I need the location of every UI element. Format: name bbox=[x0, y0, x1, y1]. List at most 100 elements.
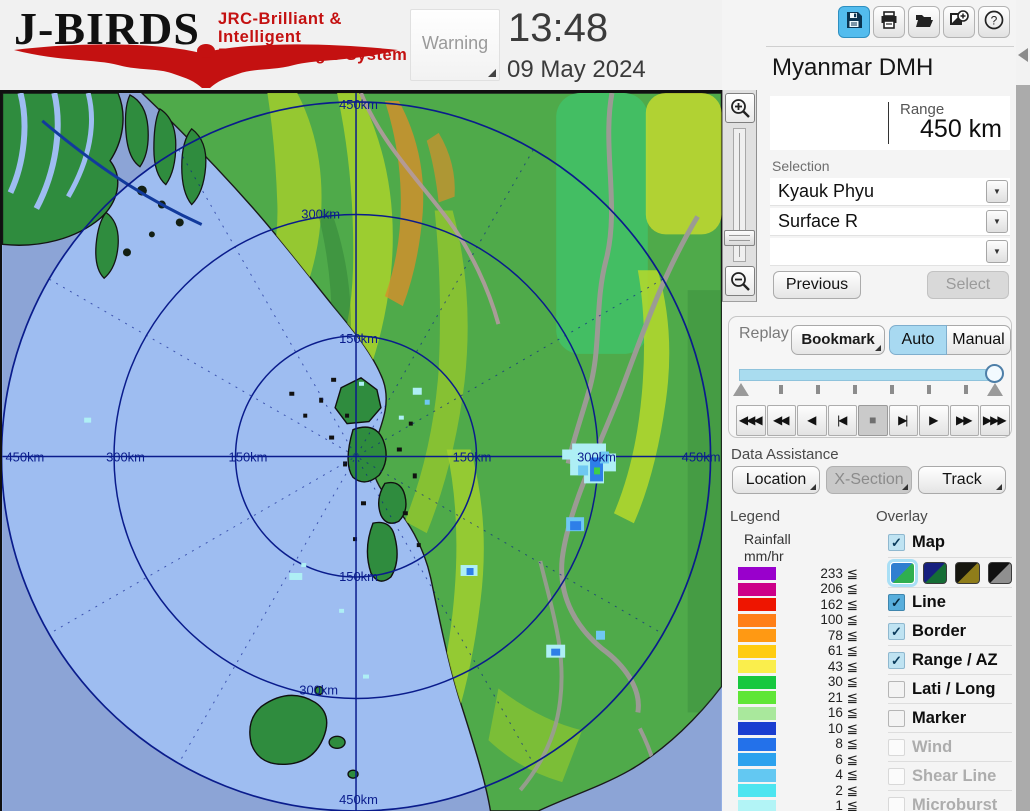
overlay-item-range-az[interactable]: ✓Range / AZ bbox=[888, 645, 1012, 674]
zoom-slider-handle[interactable] bbox=[724, 230, 755, 246]
selection-label: Selection bbox=[772, 158, 830, 174]
panel-scrollbar[interactable] bbox=[1016, 85, 1030, 811]
overlay-item-microburst: Microburst bbox=[888, 790, 1012, 811]
fast-forward-3-button[interactable]: ▶▶▶ bbox=[980, 405, 1010, 436]
open-folder-icon bbox=[914, 10, 934, 35]
ring-label: 150km bbox=[339, 331, 378, 346]
checkbox-icon[interactable] bbox=[888, 681, 905, 698]
svg-text:?: ? bbox=[991, 13, 998, 27]
legend-color-swatch bbox=[738, 784, 776, 797]
legend-entry: 10 ≦ bbox=[738, 721, 860, 737]
ring-label: 450km bbox=[339, 97, 378, 112]
overlay-item-label: Line bbox=[912, 593, 946, 612]
overlay-item-line[interactable]: ✓ Line bbox=[888, 587, 1012, 616]
panel-separator bbox=[766, 46, 1014, 47]
product-dropdown-value: Surface R bbox=[778, 208, 858, 235]
legend-entry: 162 ≦ bbox=[738, 597, 860, 613]
replay-tick bbox=[853, 385, 857, 394]
ring-label: 300km bbox=[299, 682, 338, 697]
play-button[interactable]: ▶ bbox=[919, 405, 949, 436]
ring-label: 150km bbox=[453, 449, 492, 464]
legend-entry: 16 ≦ bbox=[738, 706, 860, 722]
range-value: 450 km bbox=[920, 115, 1002, 144]
track-button[interactable]: Track bbox=[918, 466, 1006, 494]
replay-tick bbox=[816, 385, 820, 394]
legend-value: 6 ≦ bbox=[776, 752, 860, 768]
bookmark-button[interactable]: Bookmark bbox=[791, 325, 885, 355]
chevron-down-icon[interactable]: ▼ bbox=[986, 210, 1008, 233]
legend-value: 16 ≦ bbox=[776, 705, 860, 721]
map-style-2-button[interactable] bbox=[923, 562, 948, 584]
replay-start-marker[interactable] bbox=[733, 383, 749, 396]
step-back-button[interactable]: |◀ bbox=[828, 405, 858, 436]
zoom-in-button[interactable] bbox=[725, 93, 755, 123]
step-forward-button[interactable]: ▶| bbox=[889, 405, 919, 436]
legend-value: 100 ≦ bbox=[776, 612, 860, 628]
overlay-item-lati-long[interactable]: Lati / Long bbox=[888, 674, 1012, 703]
clock-date: 09 May 2024 bbox=[507, 56, 646, 84]
legend-value: 21 ≦ bbox=[776, 690, 860, 706]
legend-entry: 78 ≦ bbox=[738, 628, 860, 644]
fast-rewind-2-button[interactable]: ◀◀ bbox=[767, 405, 797, 436]
print-button[interactable] bbox=[873, 6, 905, 38]
range-divider bbox=[888, 102, 889, 144]
replay-slider-handle[interactable] bbox=[985, 364, 1004, 383]
panel-collapse-arrow-icon[interactable] bbox=[1018, 48, 1028, 62]
checkbox-icon[interactable]: ✓ bbox=[888, 652, 905, 669]
clock-time: 13:48 bbox=[508, 6, 608, 51]
map-zoom-strip bbox=[722, 90, 757, 302]
radar-map-canvas[interactable]: 450km300km150km450km300km150km150km300km… bbox=[0, 90, 722, 811]
legend-entry: 61 ≦ bbox=[738, 644, 860, 660]
fast-rewind-3-button[interactable]: ◀◀◀ bbox=[736, 405, 766, 436]
legend-entry: 233 ≦ bbox=[738, 566, 860, 582]
previous-button[interactable]: Previous bbox=[773, 271, 861, 299]
overlay-item-label: Marker bbox=[912, 709, 966, 728]
legend-color-swatch bbox=[738, 629, 776, 642]
legend-entry: 8 ≦ bbox=[738, 737, 860, 753]
location-button[interactable]: Location bbox=[732, 466, 820, 494]
product-dropdown[interactable]: Surface R ▼ bbox=[770, 208, 1010, 236]
fast-forward-2-button[interactable]: ▶▶ bbox=[950, 405, 980, 436]
checkbox-icon[interactable]: ✓ bbox=[888, 594, 905, 611]
save-button[interactable] bbox=[838, 6, 870, 38]
open-folder-button[interactable] bbox=[908, 6, 940, 38]
auto-button[interactable]: Auto bbox=[889, 325, 947, 355]
chevron-down-icon[interactable]: ▼ bbox=[986, 240, 1008, 263]
capture-button[interactable] bbox=[943, 6, 975, 38]
help-button[interactable]: ? bbox=[978, 6, 1010, 38]
legend-color-swatch bbox=[738, 660, 776, 673]
replay-tick bbox=[964, 385, 968, 394]
ring-label: 300km bbox=[301, 206, 340, 221]
legend-value: 1 ≦ bbox=[776, 798, 860, 811]
site-dropdown[interactable]: Kyauk Phyu ▼ bbox=[770, 178, 1010, 206]
map-style-4-button[interactable] bbox=[988, 562, 1013, 584]
legend-color-swatch bbox=[738, 598, 776, 611]
play-backward-button[interactable]: ◀ bbox=[797, 405, 827, 436]
checkbox-icon[interactable]: ✓ bbox=[888, 623, 905, 640]
map-style-3-button[interactable] bbox=[955, 562, 980, 584]
replay-end-marker[interactable] bbox=[987, 383, 1003, 396]
overlay-item-map[interactable]: ✓Map bbox=[888, 528, 1012, 557]
checkbox-icon bbox=[888, 768, 905, 785]
legend-entry: 43 ≦ bbox=[738, 659, 860, 675]
legend-color-swatch bbox=[738, 738, 776, 751]
ring-label: 450km bbox=[5, 449, 44, 464]
legend-label: Legend bbox=[730, 508, 780, 525]
overlay-item-marker[interactable]: Marker bbox=[888, 703, 1012, 732]
legend-value: 162 ≦ bbox=[776, 597, 860, 613]
checkbox-icon bbox=[888, 797, 905, 811]
replay-progress-track[interactable] bbox=[739, 369, 1001, 381]
map-style-1-button[interactable] bbox=[890, 562, 915, 584]
legend-value: 61 ≦ bbox=[776, 643, 860, 659]
warning-button[interactable]: Warning bbox=[410, 9, 500, 81]
checkbox-icon[interactable] bbox=[888, 710, 905, 727]
option-dropdown[interactable]: ▼ bbox=[770, 238, 1010, 266]
stop-button[interactable]: ■ bbox=[858, 405, 888, 436]
chevron-down-icon[interactable]: ▼ bbox=[986, 180, 1008, 203]
checkbox-icon[interactable]: ✓ bbox=[888, 534, 905, 551]
overlay-item-border[interactable]: ✓Border bbox=[888, 616, 1012, 645]
ring-label: 450km bbox=[339, 792, 378, 807]
overlay-item-wind: Wind bbox=[888, 732, 1012, 761]
zoom-out-button[interactable] bbox=[725, 266, 755, 296]
manual-button[interactable]: Manual bbox=[947, 325, 1011, 355]
